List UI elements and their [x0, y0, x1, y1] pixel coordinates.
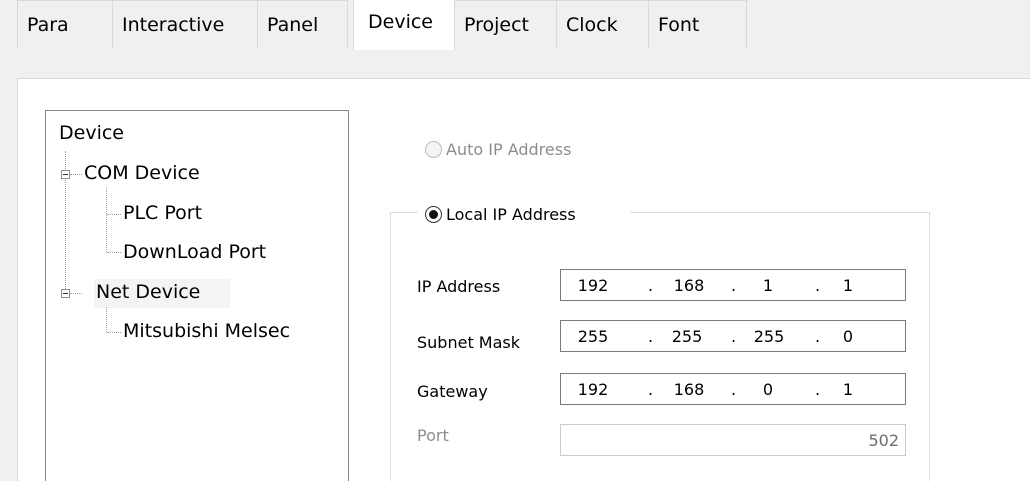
- tab-interactive[interactable]: Interactive: [112, 0, 258, 48]
- gateway-label: Gateway: [417, 382, 488, 401]
- tab-panel[interactable]: Panel: [257, 0, 348, 48]
- tree-item-net-device[interactable]: Net Device: [96, 279, 200, 305]
- collapse-icon[interactable]: [61, 170, 70, 179]
- local-ip-radio[interactable]: [425, 206, 442, 223]
- ip-octet-1[interactable]: 192: [571, 276, 615, 295]
- tree-line: [107, 332, 121, 333]
- tab-project[interactable]: Project: [454, 0, 557, 48]
- tree-item-device[interactable]: Device: [59, 120, 124, 146]
- tree-line: [106, 187, 107, 252]
- device-tree[interactable]: Device COM Device PLC Port DownLoad Port…: [45, 110, 349, 481]
- tab-font[interactable]: Font: [648, 0, 747, 48]
- ip-separator: .: [648, 276, 654, 295]
- subnet-octet-3[interactable]: 255: [747, 327, 791, 346]
- gateway-separator: .: [815, 380, 821, 399]
- ip-octet-2[interactable]: 168: [667, 276, 711, 295]
- subnet-mask-field[interactable]: 255 . 255 . 255 . 0: [560, 320, 906, 352]
- port-value: 502: [868, 431, 899, 450]
- subnet-octet-2[interactable]: 255: [665, 327, 709, 346]
- ip-address-field[interactable]: 192 . 168 . 1 . 1: [560, 269, 906, 301]
- tree-line: [107, 214, 121, 215]
- tree-line: [70, 293, 82, 294]
- ip-separator: .: [815, 276, 821, 295]
- subnet-separator: .: [648, 327, 654, 346]
- subnet-octet-1[interactable]: 255: [571, 327, 615, 346]
- port-field[interactable]: 502: [560, 424, 906, 456]
- gateway-octet-4[interactable]: 1: [826, 380, 870, 399]
- auto-ip-label: Auto IP Address: [446, 140, 572, 159]
- tab-device[interactable]: Device: [353, 0, 455, 50]
- tab-para[interactable]: Para: [17, 0, 113, 48]
- ip-octet-4[interactable]: 1: [826, 276, 870, 295]
- tree-item-mitsubishi-melsec[interactable]: Mitsubishi Melsec: [123, 318, 290, 344]
- tree-item-com-device[interactable]: COM Device: [84, 160, 200, 186]
- tree-line: [70, 174, 82, 175]
- subnet-octet-4[interactable]: 0: [826, 327, 870, 346]
- local-ip-label: Local IP Address: [446, 205, 576, 224]
- subnet-separator: .: [731, 327, 737, 346]
- tree-item-plc-port[interactable]: PLC Port: [123, 200, 202, 226]
- gateway-field[interactable]: 192 . 168 . 0 . 1: [560, 373, 906, 405]
- collapse-icon[interactable]: [61, 289, 70, 298]
- gateway-separator: .: [731, 380, 737, 399]
- auto-ip-radio[interactable]: [425, 141, 442, 158]
- gateway-octet-1[interactable]: 192: [571, 380, 615, 399]
- gateway-separator: .: [648, 380, 654, 399]
- gateway-octet-2[interactable]: 168: [667, 380, 711, 399]
- subnet-mask-label: Subnet Mask: [417, 333, 521, 352]
- port-label: Port: [417, 426, 449, 445]
- radio-selected-dot: [429, 210, 438, 219]
- gateway-octet-3[interactable]: 0: [746, 380, 790, 399]
- tree-line: [107, 252, 121, 253]
- tree-item-download-port[interactable]: DownLoad Port: [123, 239, 266, 265]
- tree-line: [106, 307, 107, 332]
- tab-clock[interactable]: Clock: [556, 0, 649, 48]
- ip-separator: .: [731, 276, 737, 295]
- ip-address-label: IP Address: [417, 277, 501, 296]
- ip-octet-3[interactable]: 1: [746, 276, 790, 295]
- subnet-separator: .: [815, 327, 821, 346]
